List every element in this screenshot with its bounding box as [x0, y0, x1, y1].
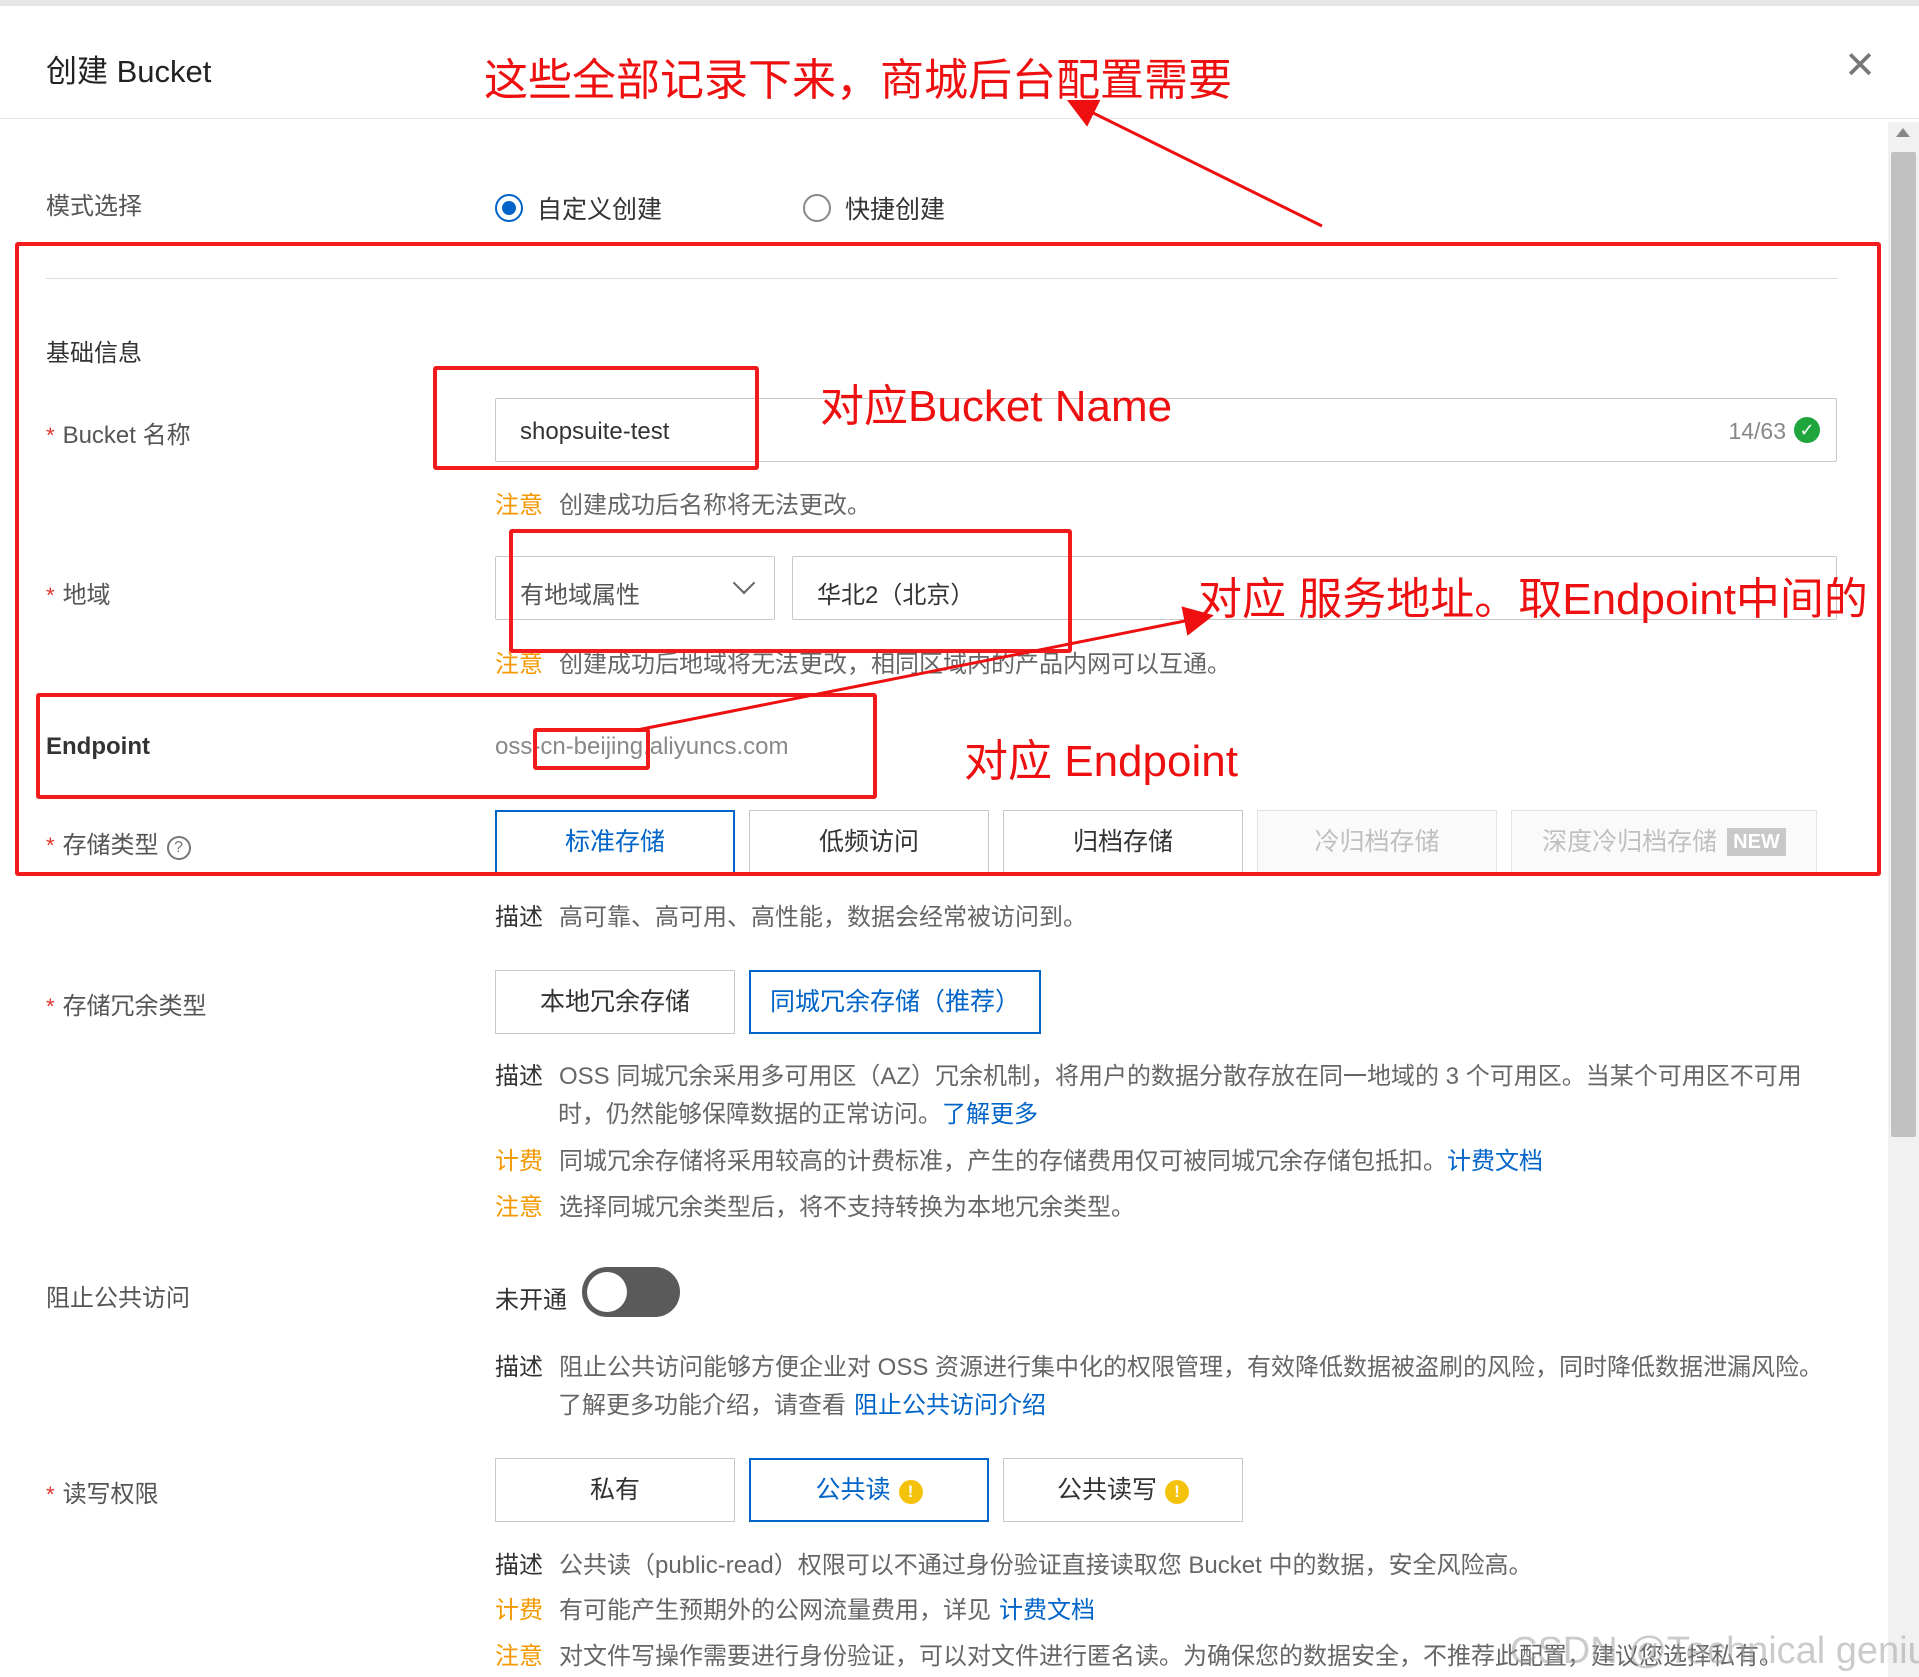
- annotation-bucket-name: 对应Bucket Name: [820, 382, 1173, 431]
- arrow-to-region-annotation: [636, 606, 1214, 732]
- annotation-region: 对应 服务地址。取Endpoint中间的: [1198, 575, 1868, 624]
- annotation-arrows: [636, 99, 1323, 732]
- annotation-endpoint: 对应 Endpoint: [964, 737, 1238, 786]
- annotation-title: 这些全部记录下来，商城后台配置需要: [484, 56, 1232, 105]
- arrow-to-title-annotation: [1066, 99, 1323, 228]
- watermark: CSDN @Technical genius: [1510, 1630, 1919, 1672]
